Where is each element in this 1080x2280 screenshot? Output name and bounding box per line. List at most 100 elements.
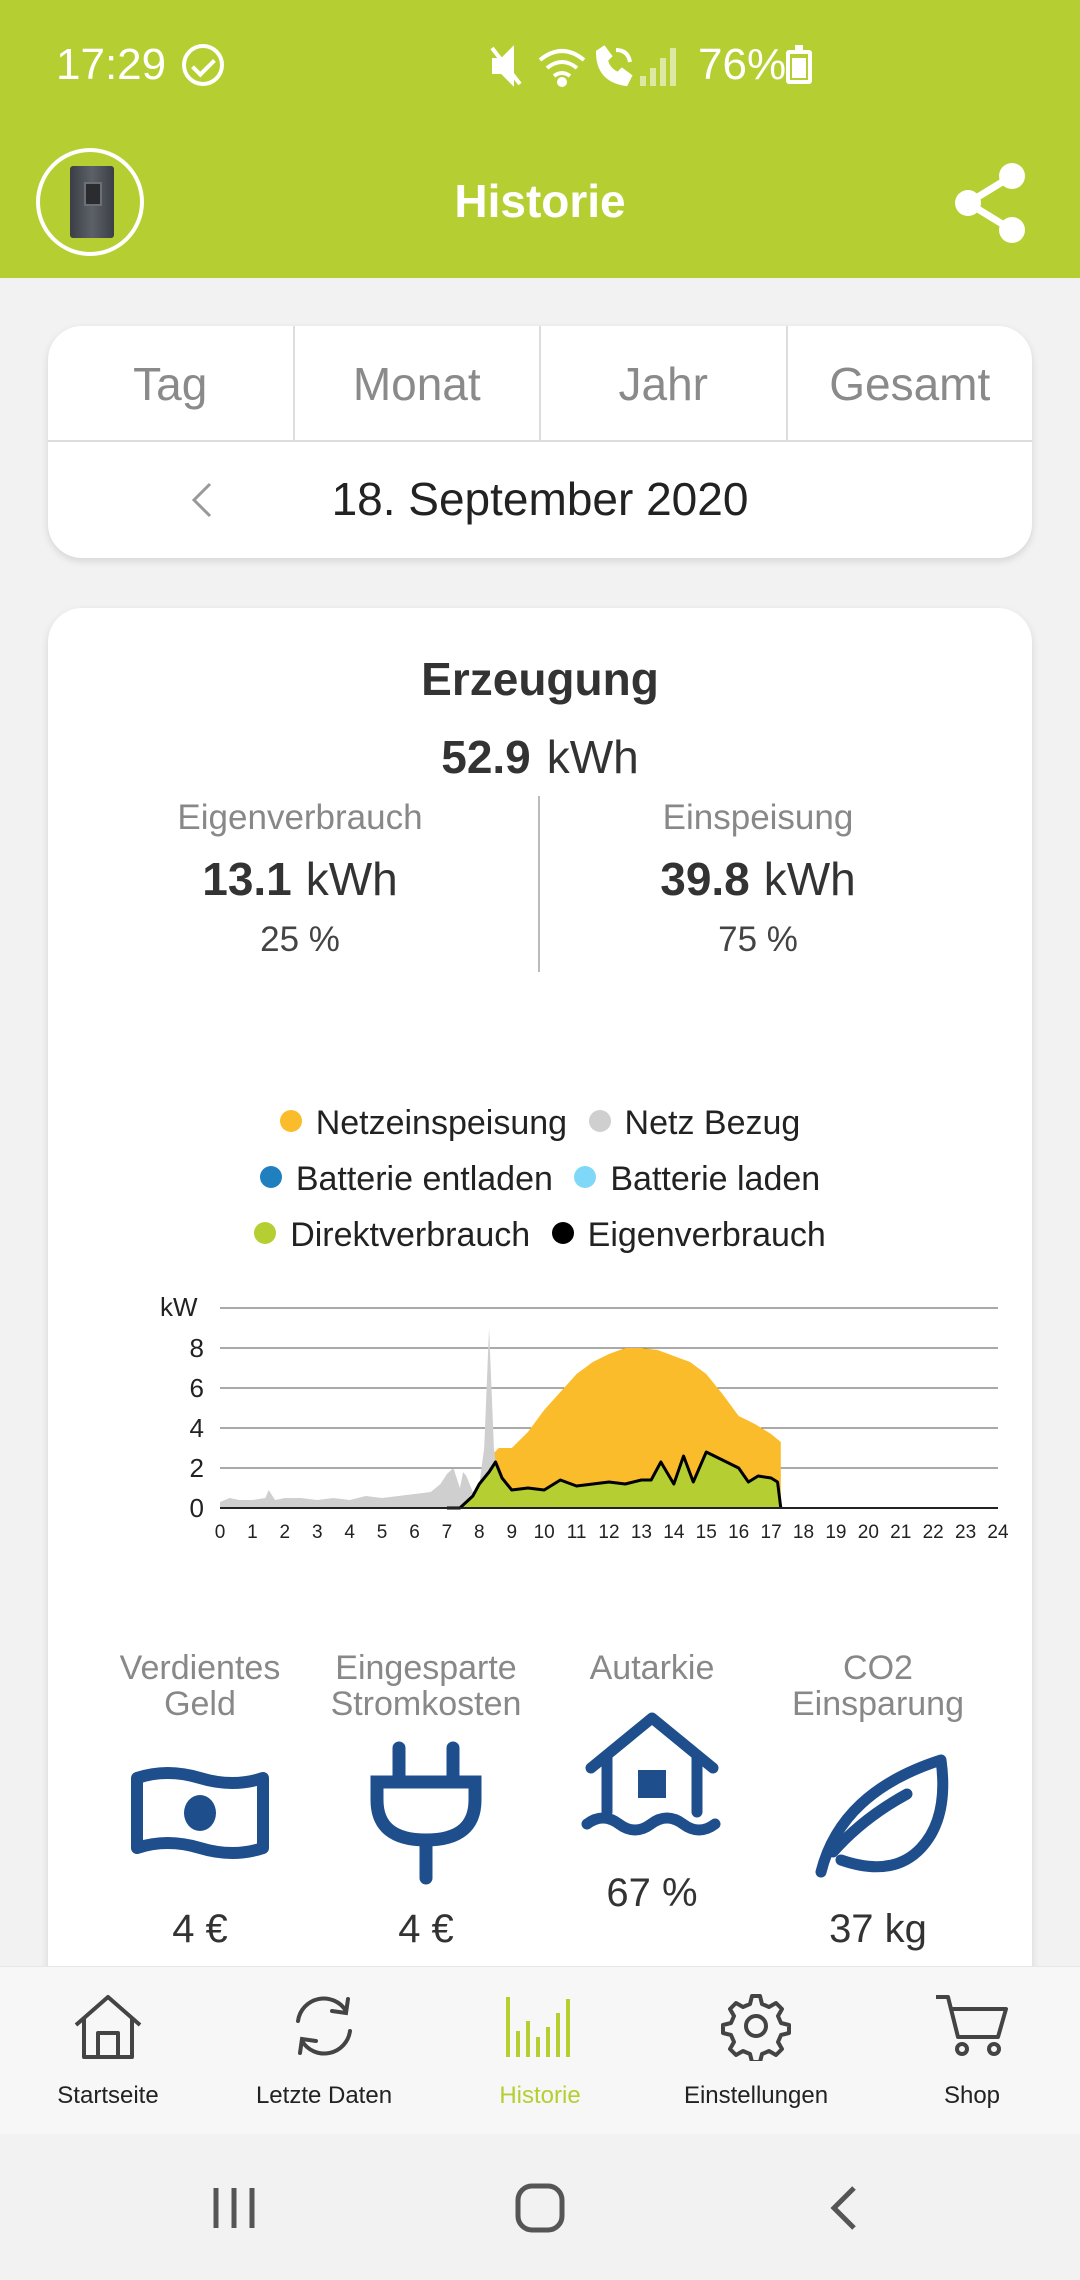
x-tick-label: 11 xyxy=(567,1522,587,1543)
legend-item[interactable]: Batterie entladen xyxy=(259,1160,553,1199)
battery-percent: 76% xyxy=(698,40,787,89)
home-icon xyxy=(74,1995,142,2059)
y-tick-label: 2 xyxy=(190,1453,204,1483)
nav-letzte-daten[interactable]: Letzte Daten xyxy=(216,1991,432,2110)
chart-legend-row-1: Netzeinspeisung Netz Bezug xyxy=(48,1104,1032,1143)
nav-label: Einstellungen xyxy=(683,2082,829,2109)
gear-icon xyxy=(721,1994,791,2064)
power-chart[interactable]: kW024680 1 2 3 4 5 6 7 8 9 10 11 12 13 14 15 16 17 18 19 20 2… xyxy=(108,1268,1008,1568)
wifi-icon xyxy=(538,49,586,87)
selected-date: 18. September 2020 xyxy=(331,473,749,525)
status-time: 17:29 xyxy=(56,40,167,89)
x-tick-label: 20 xyxy=(858,1522,879,1543)
generation-card: Erzeugung 52.9 kWh Eigenverbrauch 13.1 kWh… xyxy=(48,608,1032,2068)
stat-earned-money: Verdientes Geld 4 € xyxy=(90,1650,310,1952)
y-tick-label: 4 xyxy=(190,1413,204,1443)
stat-label: Verdientes Geld xyxy=(119,1649,281,1723)
tab-tag[interactable]: Tag xyxy=(48,326,295,440)
x-tick-label: 9 xyxy=(506,1522,517,1543)
nav-shop[interactable]: Shop xyxy=(864,1991,1080,2110)
legend-label: Eigenverbrauch xyxy=(587,1216,826,1254)
history-bars-icon xyxy=(506,1997,570,2057)
series-netz-bezug-area xyxy=(220,1328,499,1508)
nav-einstellungen[interactable]: Einstellungen xyxy=(648,1991,864,2110)
stat-label: CO2 Einsparung xyxy=(791,1649,964,1723)
y-tick-label: 6 xyxy=(190,1373,204,1403)
date-navigator: 18. September 2020 xyxy=(48,444,1032,558)
x-tick-label: 19 xyxy=(825,1522,846,1543)
nav-historie[interactable]: Historie xyxy=(432,1991,648,2110)
legend-item[interactable]: Batterie laden xyxy=(574,1160,820,1199)
nav-label: Letzte Daten xyxy=(255,2082,393,2109)
x-tick-label: 22 xyxy=(923,1522,944,1543)
legend-label: Netzeinspeisung xyxy=(315,1104,568,1142)
x-tick-label: 6 xyxy=(409,1522,420,1543)
bottom-navigation: Startseite Letzte Daten Historie Einstel… xyxy=(0,1966,1080,2134)
system-navigation-bar xyxy=(0,2134,1080,2280)
legend-item[interactable]: Eigenverbrauch xyxy=(551,1216,826,1255)
x-tick-label: 0 xyxy=(215,1522,226,1543)
self-use-unit: kWh xyxy=(305,853,398,905)
stat-co2-saving: CO2 Einsparung 37 kg xyxy=(768,1650,988,1952)
status-icons xyxy=(490,45,676,87)
x-tick-label: 14 xyxy=(663,1522,685,1543)
x-tick-label: 1 xyxy=(247,1522,258,1543)
x-tick-label: 7 xyxy=(442,1522,453,1543)
stat-label: Eingesparte Stromkosten xyxy=(330,1649,522,1723)
period-tabs: Tag Monat Jahr Gesamt xyxy=(48,326,1032,442)
nav-startseite[interactable]: Startseite xyxy=(0,1991,216,2110)
cart-icon xyxy=(936,1995,1008,2056)
x-tick-label: 17 xyxy=(761,1522,782,1543)
stat-value: 4 € xyxy=(398,1907,454,1951)
x-tick-label: 24 xyxy=(987,1522,1008,1543)
x-tick-label: 18 xyxy=(793,1522,814,1543)
back-icon[interactable] xyxy=(826,2184,860,2232)
mute-icon xyxy=(490,45,522,87)
legend-item[interactable]: Netzeinspeisung xyxy=(279,1104,568,1143)
x-tick-label: 13 xyxy=(631,1522,652,1543)
x-tick-label: 8 xyxy=(474,1522,485,1543)
tab-jahr[interactable]: Jahr xyxy=(541,326,788,440)
share-icon[interactable] xyxy=(950,160,1030,246)
self-use-percent: 25 % xyxy=(260,920,340,959)
signal-icon xyxy=(640,48,676,86)
wifi-call-icon xyxy=(595,45,633,87)
x-tick-label: 5 xyxy=(377,1522,388,1543)
x-tick-label: 23 xyxy=(955,1522,976,1543)
tab-monat[interactable]: Monat xyxy=(295,326,541,440)
feed-in-label: Einspeisung xyxy=(662,798,854,837)
refresh-icon xyxy=(296,1996,352,2056)
self-use-value: 13.1 xyxy=(202,853,292,905)
legend-label: Netz Bezug xyxy=(624,1104,801,1142)
legend-label: Direktverbrauch xyxy=(290,1216,531,1254)
stat-saved-cost: Eingesparte Stromkosten 4 € xyxy=(316,1650,536,1952)
page-title: Historie xyxy=(454,175,626,227)
house-flood-icon xyxy=(581,1712,721,1836)
legend-dot-eigenverbrauch xyxy=(551,1222,574,1244)
home-button-icon[interactable] xyxy=(514,2182,566,2234)
banknote-icon xyxy=(131,1767,269,1859)
x-tick-label: 12 xyxy=(598,1522,619,1543)
total-generation: 52.9 kWh xyxy=(48,730,1032,784)
stat-value: 4 € xyxy=(172,1907,228,1951)
x-tick-label: 3 xyxy=(312,1522,323,1543)
x-tick-label: 15 xyxy=(696,1522,717,1543)
legend-dot-netzeinspeisung xyxy=(279,1110,302,1132)
legend-item[interactable]: Netz Bezug xyxy=(588,1104,801,1143)
feed-in-value: 39.8 xyxy=(660,853,750,905)
recent-apps-icon[interactable] xyxy=(210,2186,260,2230)
total-unit: kWh xyxy=(546,731,639,783)
nav-label: Shop xyxy=(943,2082,1001,2109)
legend-dot-direktverbrauch xyxy=(254,1222,277,1244)
period-selector-card: Tag Monat Jahr Gesamt 18. September 2020 xyxy=(48,326,1032,558)
stat-value: 67 % xyxy=(606,1871,698,1915)
self-use-block: Eigenverbrauch 13.1 kWh 25 % xyxy=(70,798,530,960)
nav-label: Startseite xyxy=(57,2082,159,2109)
section-title: Erzeugung xyxy=(421,653,659,705)
status-bar: 17:29 76% xyxy=(0,0,1080,130)
y-tick-label: 0 xyxy=(190,1493,204,1523)
battery-icon xyxy=(786,45,812,84)
tab-gesamt[interactable]: Gesamt xyxy=(788,326,1033,440)
legend-item[interactable]: Direktverbrauch xyxy=(254,1216,530,1255)
chart-legend-row-3: Direktverbrauch Eigenverbrauch xyxy=(48,1216,1032,1255)
